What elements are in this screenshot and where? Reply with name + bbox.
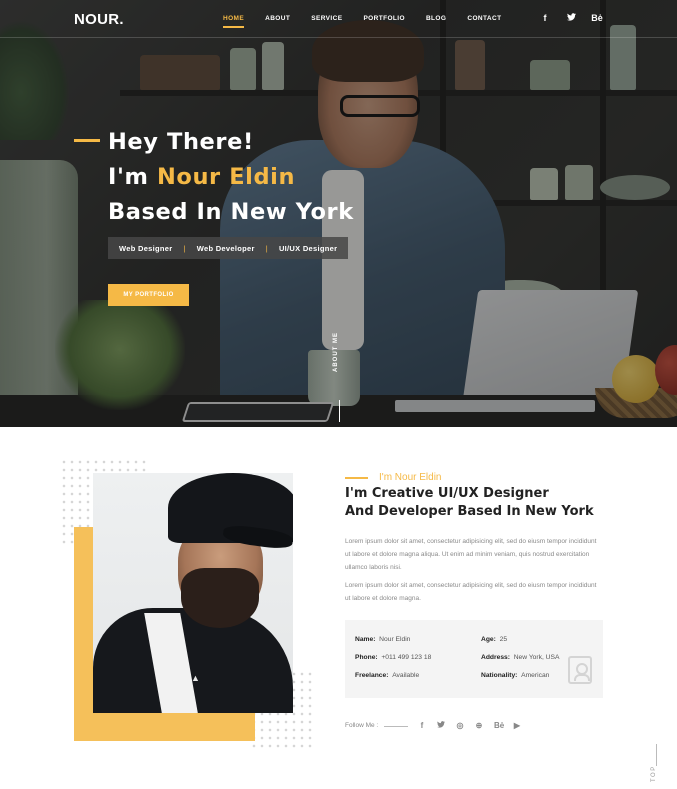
nav-about[interactable]: ABOUT bbox=[265, 15, 290, 22]
info-phone: Phone: +011 499 123 18 bbox=[355, 654, 431, 661]
info-label: Name: bbox=[355, 636, 376, 643]
info-value: Available bbox=[392, 672, 420, 679]
info-label: Freelance: bbox=[355, 672, 389, 679]
twitter-icon[interactable] bbox=[565, 13, 577, 23]
about-paragraph-1: Lorem ipsum dolor sit amet, consectetur … bbox=[345, 538, 597, 571]
info-freelance: Freelance: Available bbox=[355, 672, 419, 679]
hero-name: Nour Eldin bbox=[156, 164, 296, 190]
nav-service[interactable]: SERVICE bbox=[311, 15, 342, 22]
behance-icon[interactable]: Bė bbox=[494, 721, 504, 730]
about-paragraph-2: Lorem ipsum dolor sit amet, consectetur … bbox=[345, 582, 597, 602]
info-value: 25 bbox=[499, 636, 508, 643]
hero-line-3: Based In New York bbox=[108, 199, 354, 225]
about-socials: f ◎ ⊕ Bė ▶ bbox=[418, 721, 521, 730]
role-separator: | bbox=[265, 243, 268, 253]
contact-card-icon bbox=[568, 656, 592, 684]
role-item: UI/UX Designer bbox=[278, 243, 338, 253]
facebook-icon[interactable]: f bbox=[539, 13, 551, 23]
info-name: Name: Nour Eldin bbox=[355, 636, 410, 643]
scroll-about-link[interactable]: ABOUT ME bbox=[333, 332, 339, 372]
hero-roles: Web Designer | Web Developer | UI/UX Des… bbox=[108, 237, 349, 259]
top-navigation: NOUR. HOME ABOUT SERVICE PORTFOLIO BLOG … bbox=[0, 0, 677, 38]
nav-blog[interactable]: BLOG bbox=[426, 15, 446, 22]
nav-portfolio[interactable]: PORTFOLIO bbox=[363, 15, 405, 22]
follow-label: Follow Me : bbox=[345, 722, 379, 729]
info-nationality: Nationality: American bbox=[481, 672, 549, 679]
role-item: Web Developer bbox=[196, 243, 255, 253]
info-value: Nour Eldin bbox=[379, 636, 411, 643]
jacket-logo-icon: ▲ bbox=[191, 673, 200, 683]
nav-home[interactable]: HOME bbox=[223, 15, 245, 28]
hero-accent-line bbox=[74, 139, 100, 142]
info-label: Phone: bbox=[355, 654, 378, 661]
about-name: I'm Nour Eldin bbox=[379, 472, 442, 483]
my-portfolio-button[interactable]: MY PORTFOLIO bbox=[108, 284, 189, 306]
scroll-top-line bbox=[656, 744, 657, 766]
dribbble-icon[interactable]: ⊕ bbox=[475, 721, 483, 730]
hero-line-1: Hey There! bbox=[108, 129, 254, 155]
behance-icon[interactable]: Bė bbox=[591, 13, 603, 23]
hero-headline: Hey There! I'm Nour Eldin Based In New Y… bbox=[108, 125, 354, 230]
hero-intro: I'm bbox=[108, 164, 157, 190]
info-value: American bbox=[521, 672, 550, 679]
main-menu: HOME ABOUT SERVICE PORTFOLIO BLOG CONTAC… bbox=[223, 15, 522, 28]
info-label: Nationality: bbox=[481, 672, 518, 679]
scroll-top-button[interactable]: TOP bbox=[651, 765, 657, 782]
role-separator: | bbox=[183, 243, 186, 253]
info-label: Address: bbox=[481, 654, 510, 661]
follow-line bbox=[384, 726, 408, 727]
info-age: Age: 25 bbox=[481, 636, 507, 643]
info-label: Age: bbox=[481, 636, 496, 643]
instagram-icon[interactable]: ◎ bbox=[456, 721, 464, 730]
name-accent-line bbox=[345, 477, 368, 479]
about-title-line-1: I'm Creative UI/UX Designer bbox=[345, 486, 549, 501]
about-title-line-2: And Developer Based In New York bbox=[345, 504, 594, 519]
header-socials: f Bė bbox=[539, 13, 603, 23]
photo-beard bbox=[181, 568, 259, 628]
hero-line-2: I'm Nour Eldin bbox=[108, 160, 354, 195]
facebook-icon[interactable]: f bbox=[418, 721, 426, 730]
role-item: Web Designer bbox=[119, 243, 173, 253]
nav-contact[interactable]: CONTACT bbox=[467, 15, 501, 22]
info-value: +011 499 123 18 bbox=[381, 654, 432, 661]
youtube-icon[interactable]: ▶ bbox=[513, 721, 521, 730]
scroll-indicator-line bbox=[339, 400, 340, 422]
info-address: Address: New York, USA bbox=[481, 654, 559, 661]
about-title: I'm Creative UI/UX Designer And Develope… bbox=[345, 485, 594, 521]
info-value: New York, USA bbox=[513, 654, 560, 661]
profile-photo: ▲ bbox=[93, 473, 293, 713]
site-logo[interactable]: NOUR. bbox=[74, 11, 124, 28]
twitter-icon[interactable] bbox=[437, 721, 445, 730]
